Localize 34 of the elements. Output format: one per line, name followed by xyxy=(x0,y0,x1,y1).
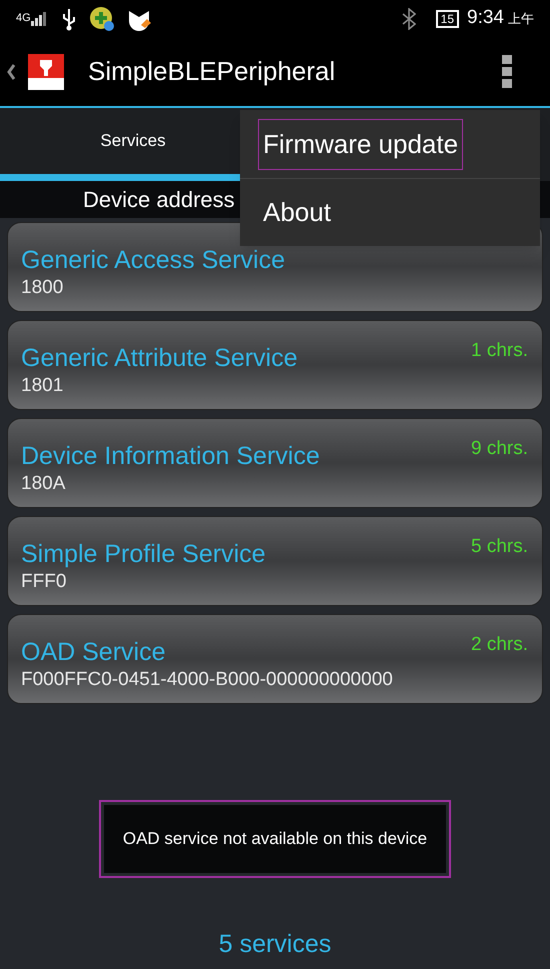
service-uuid: 1801 xyxy=(21,374,64,398)
service-uuid: 1800 xyxy=(21,276,64,300)
service-uuid: 180A xyxy=(21,472,66,496)
service-name: Simple Profile Service xyxy=(21,539,266,569)
service-uuid: F000FFC0-0451-4000-B000-000000000000 xyxy=(21,668,393,692)
service-card[interactable]: Simple Profile Service FFF0 5 chrs. xyxy=(7,516,543,606)
bluetooth-icon xyxy=(402,8,416,30)
clock: 9:34 xyxy=(467,6,504,30)
app-logo-icon xyxy=(28,54,64,90)
service-name: Generic Attribute Service xyxy=(21,343,298,373)
battery-indicator: 15 xyxy=(436,10,460,28)
signal-icon xyxy=(30,12,49,26)
app-title: SimpleBLEPeripheral xyxy=(88,55,336,88)
service-name: OAD Service xyxy=(21,637,166,667)
device-address: Device address xyxy=(83,186,235,214)
characteristics-count: 2 chrs. xyxy=(470,633,528,657)
characteristics-count: 1 chrs. xyxy=(470,339,528,363)
characteristics-count: 9 chrs. xyxy=(470,437,528,461)
service-card[interactable]: OAD Service F000FFC0-0451-4000-B000-000000000000 2 chrs. xyxy=(7,614,543,704)
service-uuid: FFF0 xyxy=(21,570,66,594)
network-label: 4G xyxy=(16,11,31,26)
service-name: Generic Access Service xyxy=(21,245,285,275)
service-card[interactable]: Device Information Service 180A 9 chrs. xyxy=(7,418,543,508)
characteristics-count: 5 chrs. xyxy=(470,535,528,559)
service-name: Device Information Service xyxy=(21,441,320,471)
service-card[interactable]: Generic Attribute Service 1801 1 chrs. xyxy=(7,320,543,410)
usb-icon xyxy=(60,6,77,30)
services-count: 5 services xyxy=(218,928,332,960)
overflow-menu-icon[interactable] xyxy=(502,54,512,88)
toast-message: OAD service not available on this device xyxy=(122,829,428,848)
back-icon[interactable] xyxy=(6,62,16,80)
am-pm-label: 上午 xyxy=(508,10,534,28)
app-icon xyxy=(88,6,115,32)
menu-item[interactable]: Firmware update xyxy=(258,118,464,170)
